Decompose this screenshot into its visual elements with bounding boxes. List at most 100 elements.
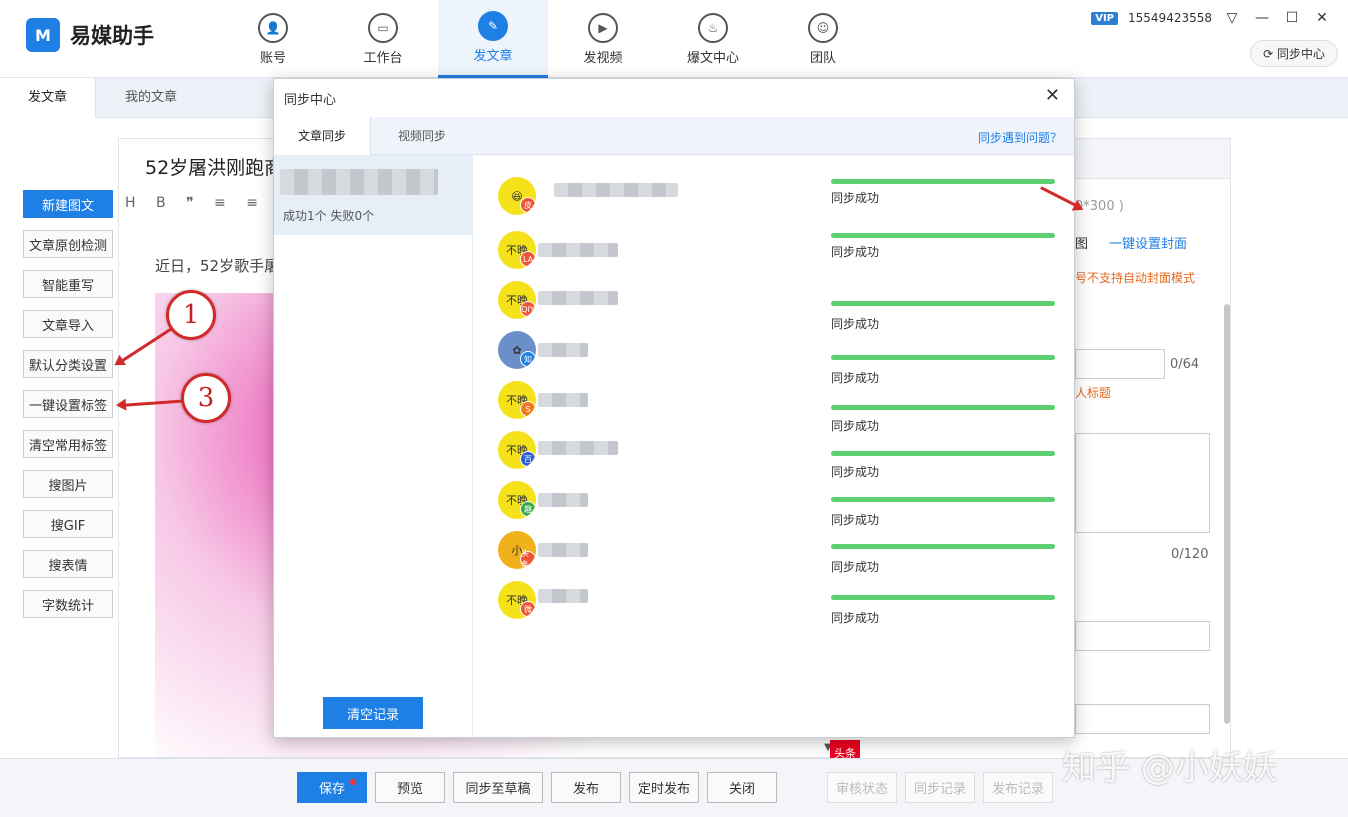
title-hint: 人标题 xyxy=(1075,386,1112,400)
platform-badge-icon: 知 xyxy=(520,351,536,367)
sync-status: 同步成功 xyxy=(831,611,880,625)
close-icon[interactable]: ✕ xyxy=(1045,85,1060,106)
word-count-button[interactable]: 字数统计 xyxy=(23,590,113,618)
sync-progress-bar xyxy=(831,595,1055,600)
blurred-account-name xyxy=(538,393,588,407)
search-images-button[interactable]: 搜图片 xyxy=(23,470,113,498)
account-avatar: 不晚 LA xyxy=(498,231,536,269)
sync-row: 小头条 同步成功 xyxy=(494,531,1064,579)
sync-progress-bar xyxy=(831,233,1055,238)
platform-badge-icon: 趣 xyxy=(520,501,536,517)
sync-row: ✿ 知 同步成功 xyxy=(494,331,1064,385)
sync-center-button[interactable]: ⟳ 同步中心 xyxy=(1250,40,1338,67)
clear-records-button[interactable]: 清空记录 xyxy=(323,697,423,729)
blurred-account-name xyxy=(538,343,588,357)
sync-progress-bar xyxy=(831,405,1055,410)
platform-badge-icon: LA xyxy=(520,251,536,267)
sync-records-button[interactable]: 同步记录 xyxy=(905,772,975,803)
publish-records-button[interactable]: 发布记录 xyxy=(983,772,1053,803)
sync-progress-bar xyxy=(831,179,1055,184)
blurred-account-name xyxy=(538,493,588,507)
tab-my-articles[interactable]: 我的文章 xyxy=(97,78,205,118)
publish-button[interactable]: 发布 xyxy=(551,772,621,803)
dropdown-icon[interactable]: ▽ xyxy=(1222,10,1242,26)
sync-center-dialog: 同步中心 ✕ 文章同步 视频同步 同步遇到问题？ 成功1个 失败0个 清空记录 … xyxy=(273,78,1075,738)
monitor-icon: ▭ xyxy=(368,12,398,43)
tab-post-article[interactable]: 发文章 xyxy=(0,78,97,118)
blurred-article-title xyxy=(280,169,438,195)
vip-badge: VIP xyxy=(1091,11,1119,25)
sync-status: 同步成功 xyxy=(831,317,880,331)
maximize-icon[interactable]: ☐ xyxy=(1282,10,1302,26)
nav-post-article[interactable]: ✎ 发文章 xyxy=(438,0,548,78)
close-button[interactable]: 关闭 xyxy=(707,772,777,803)
blurred-account-name xyxy=(538,291,618,305)
save-button-label: 保存 xyxy=(318,782,345,797)
title-input[interactable] xyxy=(1075,349,1165,379)
dialog-tabs: 文章同步 视频同步 同步遇到问题？ xyxy=(274,117,1074,155)
blurred-account-name xyxy=(538,543,588,557)
review-status-button[interactable]: 审核状态 xyxy=(827,772,897,803)
one-click-cover-link[interactable]: 一键设置封面 xyxy=(1109,233,1187,252)
account-avatar: ✿ 知 xyxy=(498,331,536,369)
sync-status: 同步成功 xyxy=(831,513,880,527)
user-phone[interactable]: 15549423558 xyxy=(1128,11,1212,25)
new-article-button[interactable]: 新建图文 xyxy=(23,190,113,218)
play-icon: ▶ xyxy=(588,12,618,43)
set-tags-button[interactable]: 一键设置标签 xyxy=(23,390,113,418)
summary-input[interactable] xyxy=(1075,433,1210,533)
search-emoji-button[interactable]: 搜表情 xyxy=(23,550,113,578)
clear-tags-button[interactable]: 清空常用标签 xyxy=(23,430,113,458)
left-toolbar: 新建图文 文章原创检测 智能重写 文章导入 默认分类设置 一键设置标签 清空常用… xyxy=(23,190,113,630)
platform-badge-icon: 头条 xyxy=(520,549,536,569)
user-icon: 👤 xyxy=(258,12,288,43)
smart-rewrite-button[interactable]: 智能重写 xyxy=(23,270,113,298)
top-bar: M 易媒助手 👤 账号 ▭ 工作台 ✎ 发文章 ▶ 发视频 ♨ 爆文中心 ☺ 团队 VIP … xyxy=(0,0,1348,78)
account-avatar: 不晚 QIY xyxy=(498,281,536,319)
platform-badge-icon: 百 xyxy=(520,451,536,467)
originality-check-button[interactable]: 文章原创检测 xyxy=(23,230,113,258)
nav-account[interactable]: 👤 账号 xyxy=(218,0,328,78)
nav-label: 发文章 xyxy=(473,49,513,64)
category-input[interactable] xyxy=(1075,704,1210,734)
annotation-circle-1: 1 xyxy=(166,290,216,340)
tab-video-sync[interactable]: 视频同步 xyxy=(374,117,470,155)
tab-article-sync[interactable]: 文章同步 xyxy=(274,117,372,155)
publish-settings-panel: 0*300 ) 图 一键设置封面 号不支持自动封面模式 0/64 人标题 0/1… xyxy=(1075,138,1231,758)
tags-input[interactable] xyxy=(1075,621,1210,651)
minimize-icon[interactable]: — xyxy=(1252,10,1272,26)
import-article-button[interactable]: 文章导入 xyxy=(23,310,113,338)
close-icon[interactable]: ✕ xyxy=(1312,10,1332,26)
save-button[interactable]: 保存 xyxy=(297,772,367,803)
default-category-button[interactable]: 默认分类设置 xyxy=(23,350,113,378)
nav-workbench[interactable]: ▭ 工作台 xyxy=(328,0,438,78)
schedule-publish-button[interactable]: 定时发布 xyxy=(629,772,699,803)
panel-scrollbar[interactable] xyxy=(1224,304,1230,724)
sync-draft-button[interactable]: 同步至草稿 xyxy=(453,772,543,803)
annotation-circle-3: 3 xyxy=(181,373,231,423)
sync-progress-bar xyxy=(831,544,1055,549)
nav-team[interactable]: ☺ 团队 xyxy=(768,0,878,78)
nav-label: 团队 xyxy=(809,50,836,66)
preview-button[interactable]: 预览 xyxy=(375,772,445,803)
watermark: 知乎 @小妖妖 xyxy=(1062,748,1277,788)
sync-center-label: 同步中心 xyxy=(1276,47,1325,61)
window-controls: VIP 15549423558 ▽ — ☐ ✕ xyxy=(1091,10,1332,26)
sync-progress-bar xyxy=(831,451,1055,456)
sync-status: 同步成功 xyxy=(831,465,880,479)
sync-progress-bar xyxy=(831,301,1055,306)
team-icon: ☺ xyxy=(808,12,838,43)
nav-label: 账号 xyxy=(259,50,286,66)
nav-label: 工作台 xyxy=(363,50,403,66)
nav-post-video[interactable]: ▶ 发视频 xyxy=(548,0,658,78)
blurred-account-name xyxy=(538,441,618,455)
sync-record-item[interactable]: 成功1个 失败0个 xyxy=(274,155,473,235)
sync-help-link[interactable]: 同步遇到问题？ xyxy=(978,129,1062,146)
article-title[interactable]: 52岁屠洪刚跑商 xyxy=(145,153,283,180)
search-gif-button[interactable]: 搜GIF xyxy=(23,510,113,538)
article-body-text[interactable]: 近日，52岁歌手屠 xyxy=(155,255,279,276)
cover-mode-tab[interactable]: 图 xyxy=(1075,233,1088,252)
nav-hot-center[interactable]: ♨ 爆文中心 xyxy=(658,0,768,78)
platform-badge-icon: S xyxy=(520,401,536,417)
sync-status: 同步成功 xyxy=(831,245,880,259)
